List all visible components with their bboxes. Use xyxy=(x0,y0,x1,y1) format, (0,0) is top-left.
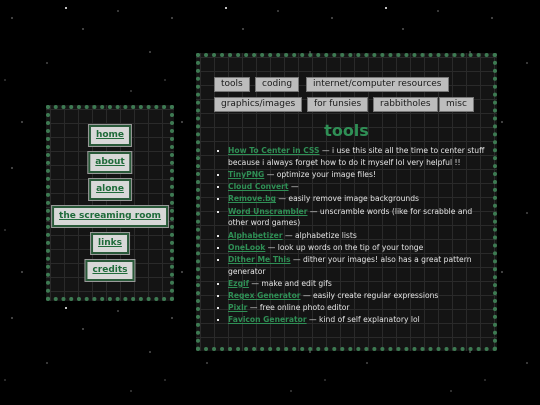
page-title: tools xyxy=(324,121,369,140)
tool-link[interactable]: TinyPNG xyxy=(228,170,264,179)
list-item: How To Center in CSS — i use this site a… xyxy=(228,145,485,169)
tool-link[interactable]: Word Unscrambler xyxy=(228,207,307,216)
list-item: OneLook — look up words on the tip of yo… xyxy=(228,242,485,254)
tool-link[interactable]: Dither Me This xyxy=(228,255,291,264)
tool-description: — make and edit gifs xyxy=(248,278,332,288)
tool-link[interactable]: Pixlr xyxy=(228,303,247,312)
list-item: Pixlr — free online photo editor xyxy=(228,302,485,314)
tool-link[interactable]: Ezgif xyxy=(228,279,249,288)
nav-home-button[interactable]: home xyxy=(87,124,133,147)
nav-about-button[interactable]: about xyxy=(87,151,133,174)
tab-misc[interactable]: misc xyxy=(439,97,474,112)
tool-link[interactable]: Regex Generator xyxy=(228,291,301,300)
tab-rabbitholes[interactable]: rabbitholes xyxy=(373,97,438,112)
nav-links-button[interactable]: links xyxy=(90,232,130,255)
list-item: Cloud Convert — xyxy=(228,181,485,193)
list-item: TinyPNG — optimize your image files! xyxy=(228,169,485,181)
tab-coding[interactable]: coding xyxy=(255,77,300,92)
tool-link[interactable]: Alphabetizer xyxy=(228,231,283,240)
tab-tools[interactable]: tools xyxy=(214,77,250,92)
tool-description: — free online photo editor xyxy=(247,303,350,313)
list-item: Favicon Generator — kind of self explana… xyxy=(228,314,485,326)
list-item: Word Unscrambler — unscramble words (lik… xyxy=(228,206,485,230)
sidebar-panel: home about alone the screaming room link… xyxy=(46,105,174,301)
tool-link[interactable]: Cloud Convert xyxy=(228,182,289,191)
tab-for-funsies[interactable]: for funsies xyxy=(307,97,369,112)
tools-list: How To Center in CSS — i use this site a… xyxy=(214,145,485,327)
list-item: Regex Generator — easily create regular … xyxy=(228,290,485,302)
tool-description: — kind of self explanatory lol xyxy=(306,315,420,325)
tool-link[interactable]: Remove.bg xyxy=(228,194,276,203)
tool-description: — optimize your image files! xyxy=(264,169,376,179)
tool-link[interactable]: OneLook xyxy=(228,243,265,252)
nav-alone-button[interactable]: alone xyxy=(88,178,132,201)
list-item: Ezgif — make and edit gifs xyxy=(228,278,485,290)
tab-graphics-images[interactable]: graphics/images xyxy=(214,97,303,112)
list-item: Alphabetizer — alphabetize lists xyxy=(228,230,485,242)
tool-link[interactable]: Favicon Generator xyxy=(228,315,307,324)
nav-screaming-room-button[interactable]: the screaming room xyxy=(51,205,169,228)
tool-link[interactable]: How To Center in CSS xyxy=(228,146,320,155)
list-item: Dither Me This — dither your images! als… xyxy=(228,254,485,278)
tool-description: — easily remove image backgrounds xyxy=(275,194,420,204)
tool-description: — look up words on the tip of your tonge xyxy=(265,242,424,252)
tool-description: — alphabetize lists xyxy=(282,230,357,240)
tool-description: — easily create regular expressions xyxy=(300,291,439,301)
tool-description: — xyxy=(288,182,299,192)
nav-credits-button[interactable]: credits xyxy=(84,259,136,282)
list-item: Remove.bg — easily remove image backgrou… xyxy=(228,193,485,205)
tab-internet-computer-resources[interactable]: internet/computer resources xyxy=(306,77,449,92)
main-panel: tools coding internet/computer resources… xyxy=(196,53,497,351)
